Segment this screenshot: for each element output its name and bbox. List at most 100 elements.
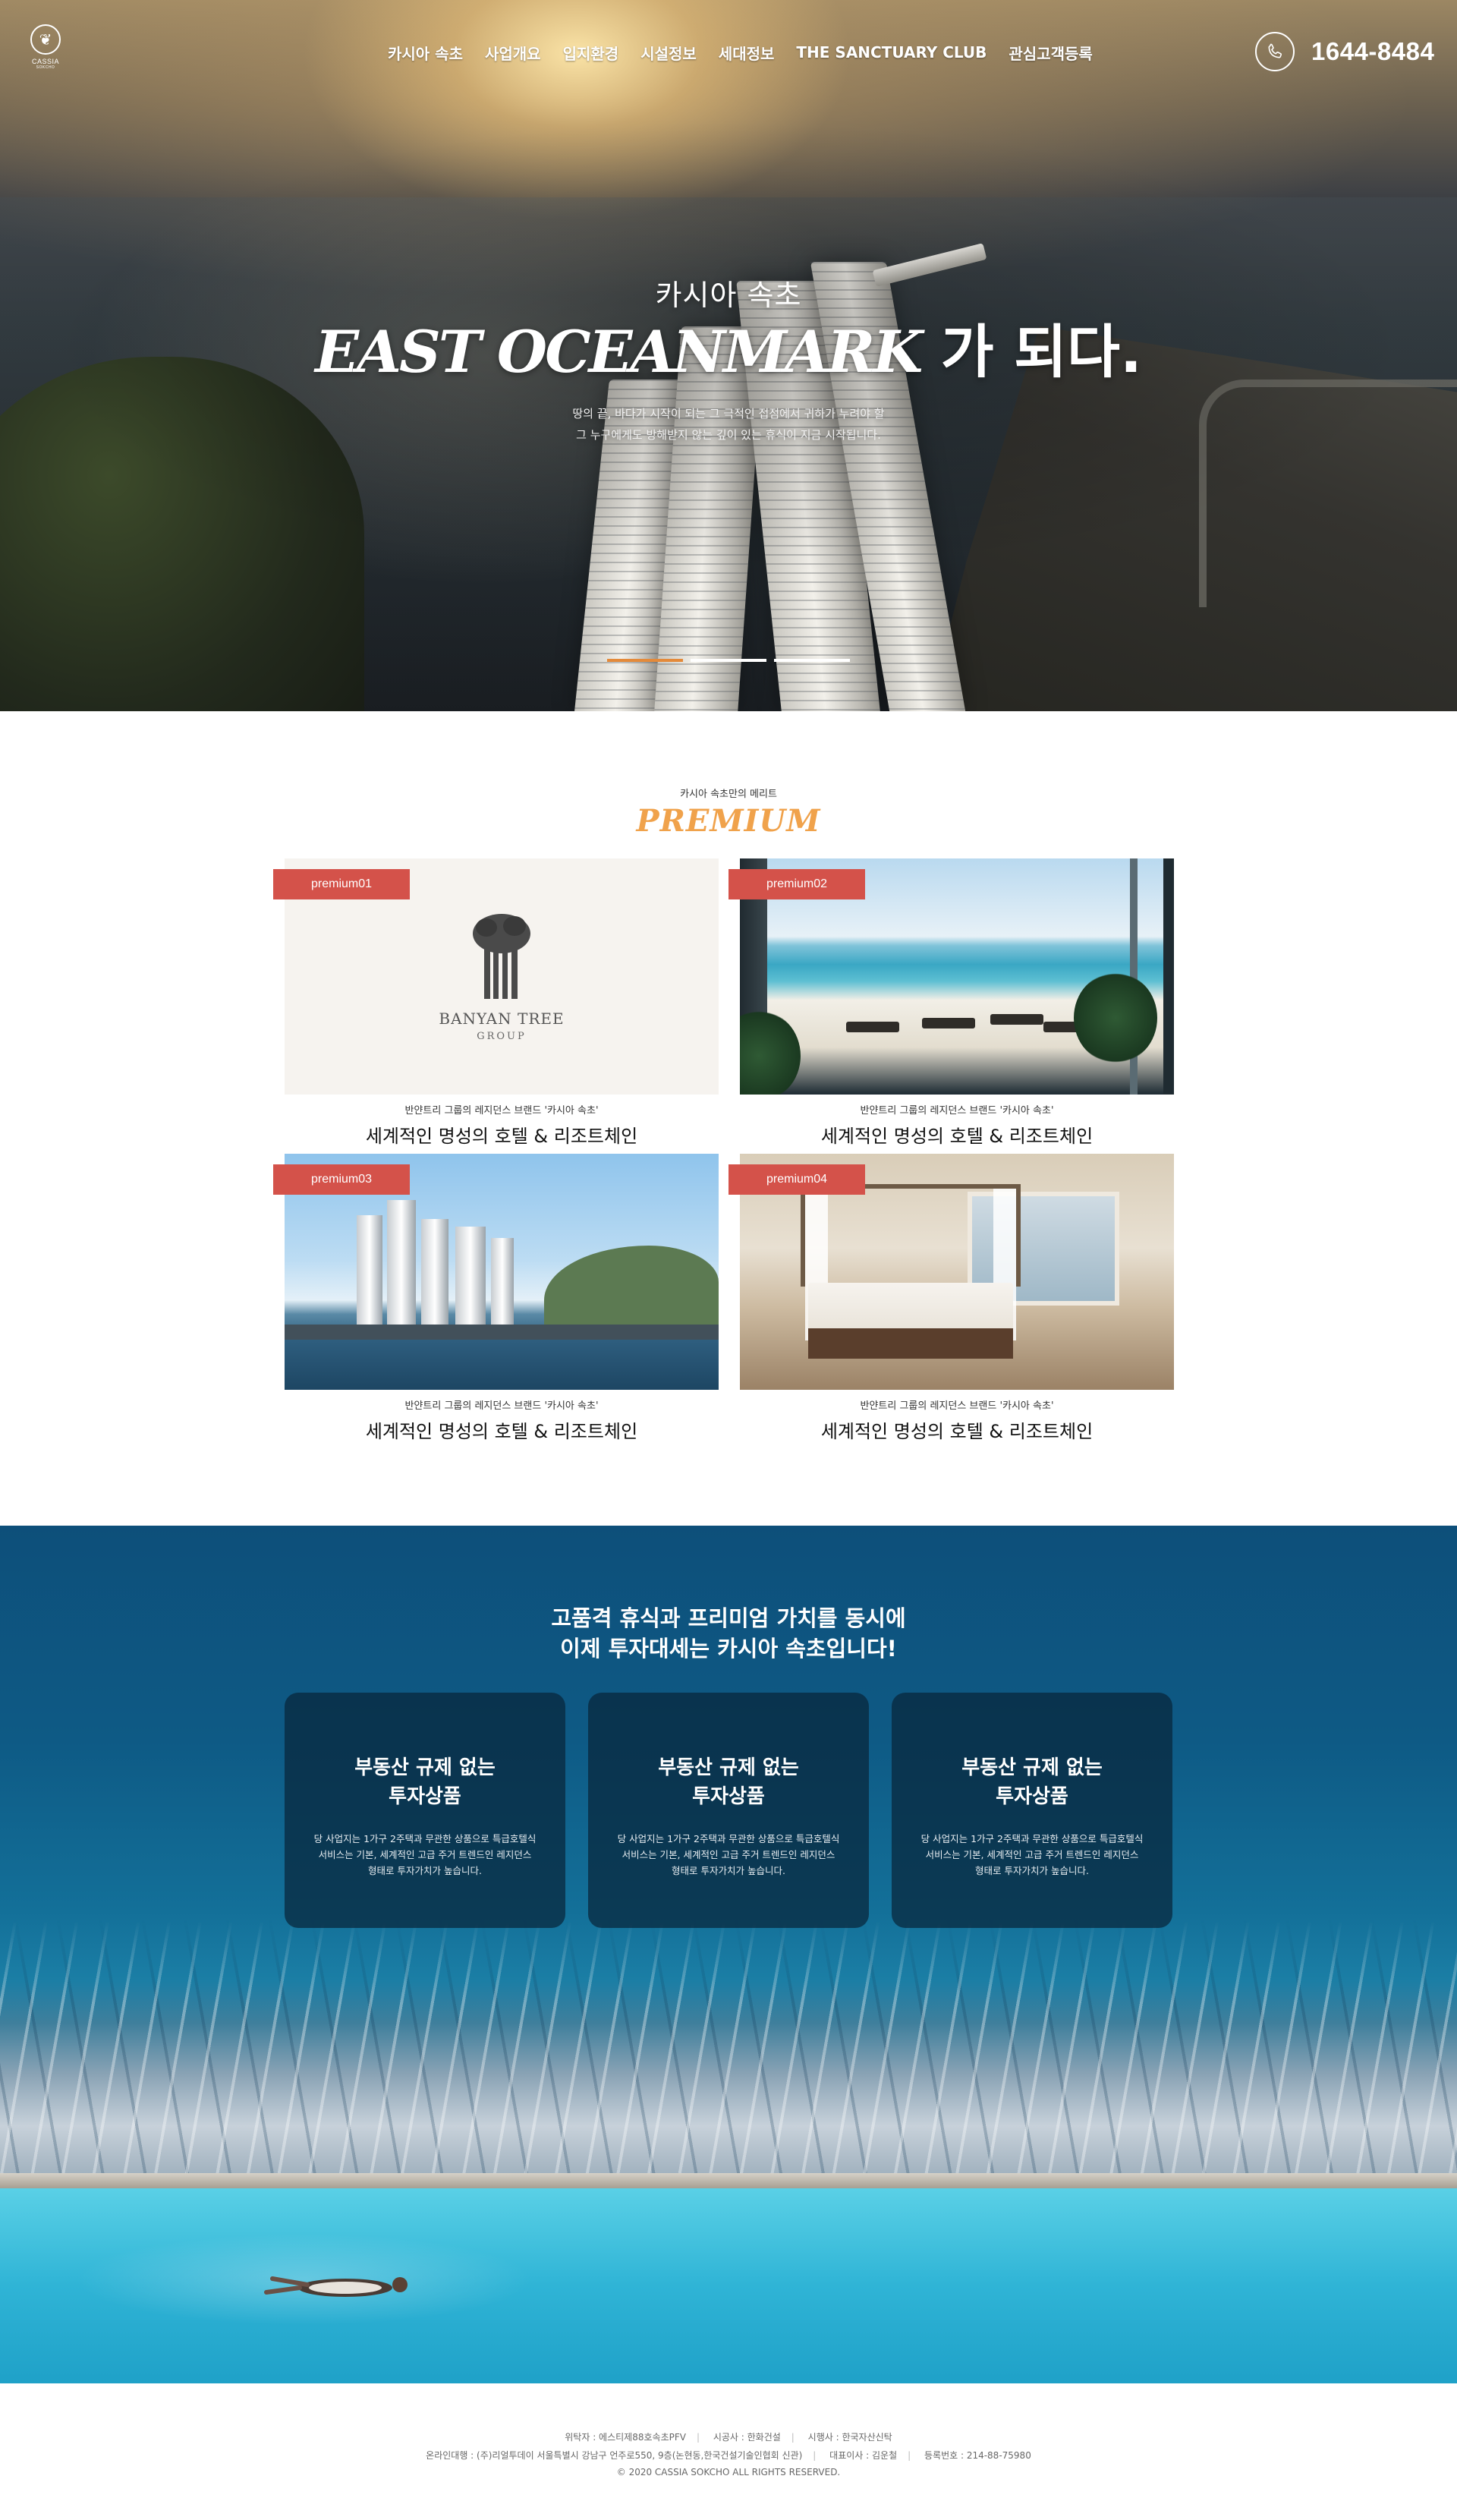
footer-separator: | <box>813 2450 817 2461</box>
card-caption: 반얀트리 그룹의 레지던스 브랜드 '카시아 속초' 세계적인 명성의 호텔 &… <box>285 1102 719 1148</box>
banyan-tree-icon <box>473 914 530 999</box>
invest-card-title-line: 부동산 규제 없는 <box>961 1756 1103 1779</box>
card-tag: premium04 <box>728 1164 865 1195</box>
invest-card-text-line: 당 사업지는 1가구 2주택과 무관한 상품으로 특급호텔식 <box>920 1833 1144 1844</box>
main-nav: 카시아 속초 사업개요 입지환경 시설정보 세대정보 THE SANCTUARY… <box>388 41 1093 64</box>
footer-copyright: © 2020 CASSIA SOKCHO ALL RIGHTS RESERVED… <box>616 2467 841 2477</box>
invest-card-text: 당 사업지는 1가구 2주택과 무관한 상품으로 특급호텔식 서비스는 기본, … <box>892 1831 1172 1879</box>
lounger <box>846 1022 899 1032</box>
mini-tower <box>455 1227 486 1329</box>
mini-tower <box>491 1238 514 1329</box>
palm-plant <box>740 1010 801 1095</box>
mini-tower <box>387 1200 416 1329</box>
phone-number[interactable]: 1644-8484 <box>1311 37 1434 66</box>
slider-dot-2[interactable] <box>691 659 766 662</box>
hero-description: 땅의 끝, 바다가 시작이 되는 그 극적인 접점에서 귀하가 누려야 할 그 … <box>0 403 1457 446</box>
slider-dot-3[interactable] <box>774 659 850 662</box>
invest-card-title: 부동산 규제 없는 투자상품 <box>588 1753 869 1811</box>
card-title: 세계적인 명성의 호텔 & 리조트체인 <box>820 1126 1094 1147</box>
card-subtitle: 반얀트리 그룹의 레지던스 브랜드 '카시아 속초' <box>860 1400 1054 1412</box>
bed-throw <box>808 1328 1013 1359</box>
premium-card[interactable]: premium03 반얀트리 그룹의 레지던스 브랜드 '카시아 속초' 세계적… <box>273 1154 719 1443</box>
premium-kicker: 카시아 속초만의 메리트 <box>680 789 777 800</box>
nav-item-register[interactable]: 관심고객등록 <box>1009 42 1092 64</box>
invest-card-title-line: 투자상품 <box>692 1785 765 1808</box>
slider-dot-1[interactable] <box>607 659 683 662</box>
nav-item-cassia[interactable]: 카시아 속초 <box>388 42 463 64</box>
invest-card-text-line: 형태로 투자가치가 높습니다. <box>368 1865 482 1876</box>
invest-card-title: 부동산 규제 없는 투자상품 <box>285 1753 565 1811</box>
invest-card-text-line: 형태로 투자가치가 높습니다. <box>975 1865 1089 1876</box>
palm-plant <box>1074 972 1157 1063</box>
hero-section: ❦ CASSIA SOKCHO 카시아 속초 사업개요 입지환경 시설정보 세대… <box>0 0 1457 711</box>
invest-card-title-line: 부동산 규제 없는 <box>354 1756 496 1779</box>
card-tag: premium02 <box>728 869 865 899</box>
card-caption: 반얀트리 그룹의 레지던스 브랜드 '카시아 속초' 세계적인 명성의 호텔 &… <box>740 1102 1174 1148</box>
card-subtitle: 반얀트리 그룹의 레지던스 브랜드 '카시아 속초' <box>860 1105 1054 1117</box>
footer-separator: | <box>791 2432 795 2443</box>
footer-reg-number: 등록번호 : 214-88-75980 <box>924 2450 1031 2461</box>
invest-card-title-line: 투자상품 <box>996 1785 1068 1808</box>
invest-heading-line: 이제 투자대세는 카시아 속초입니다! <box>560 1636 897 1662</box>
nav-item-units[interactable]: 세대정보 <box>719 42 775 64</box>
premium-heading: 카시아 속초만의 메리트 PREMIUM <box>0 786 1457 839</box>
mini-tower <box>357 1215 382 1329</box>
card-subtitle: 반얀트리 그룹의 레지던스 브랜드 '카시아 속초' <box>404 1105 599 1117</box>
invest-heading: 고품격 휴식과 프리미엄 가치를 동시에 이제 투자대세는 카시아 속초입니다! <box>0 1603 1457 1664</box>
invest-card-title: 부동산 규제 없는 투자상품 <box>892 1753 1172 1811</box>
logo-sub: SOKCHO <box>36 65 55 70</box>
bed-canopy <box>801 1184 1021 1287</box>
invest-card-text: 당 사업지는 1가구 2주택과 무관한 상품으로 특급호텔식 서비스는 기본, … <box>285 1831 565 1879</box>
card-title: 세계적인 명성의 호텔 & 리조트체인 <box>365 1126 638 1147</box>
footer-agency: 온라인대행 : (주)리얼투데이 서울특별시 강남구 언주로550, 9층(논현… <box>426 2450 803 2461</box>
footer-constructor: 시공사 : 한화건설 <box>713 2432 781 2443</box>
banyan-brand-sub: GROUP <box>477 1031 527 1042</box>
nav-item-sanctuary-club[interactable]: THE SANCTUARY CLUB <box>796 43 987 61</box>
card-tag: premium01 <box>273 869 410 899</box>
phone-contact[interactable]: 1644-8484 <box>1255 32 1434 71</box>
site-footer: 위탁자 : 에스티제88호속초PFV | 시공사 : 한화건설 | 시행사 : 한국… <box>0 2383 1457 2520</box>
invest-card-text-line: 당 사업지는 1가구 2주택과 무관한 상품으로 특급호텔식 <box>313 1833 537 1844</box>
premium-card[interactable]: premium04 반얀트리 그룹의 레지던스 브랜드 '카시아 속초' 세계적… <box>728 1154 1174 1443</box>
footer-separator: | <box>696 2432 700 2443</box>
premium-title: PREMIUM <box>636 803 821 839</box>
mini-tower <box>421 1219 448 1329</box>
footer-row-1: 위탁자 : 에스티제88호속초PFV | 시공사 : 한화건설 | 시행사 : 한국… <box>0 2430 1457 2443</box>
invest-card-text-line: 서비스는 기본, 세계적인 고급 주거 트렌드인 레지던스 <box>318 1849 532 1860</box>
invest-card: 부동산 규제 없는 투자상품 당 사업지는 1가구 2주택과 무관한 상품으로 … <box>892 1693 1172 1928</box>
pool-edge <box>0 2173 1457 2188</box>
premium-card[interactable]: BANYAN TREE GROUP premium01 반얀트리 그룹의 레지던… <box>273 858 719 1148</box>
footer-separator: | <box>908 2450 911 2461</box>
invest-card-text-line: 서비스는 기본, 세계적인 고급 주거 트렌드인 레지던스 <box>925 1849 1139 1860</box>
card-tag: premium03 <box>273 1164 410 1195</box>
hero-title: EAST OCEANMARK 가 되다. <box>0 318 1457 386</box>
cassia-logo-icon: ❦ <box>30 24 61 55</box>
card-subtitle: 반얀트리 그룹의 레지던스 브랜드 '카시아 속초' <box>404 1400 599 1412</box>
hero-kicker: 카시아 속초 <box>655 279 802 312</box>
nav-item-location[interactable]: 입지환경 <box>563 42 619 64</box>
card-caption: 반얀트리 그룹의 레지던스 브랜드 '카시아 속초' 세계적인 명성의 호텔 &… <box>285 1397 719 1443</box>
invest-card: 부동산 규제 없는 투자상품 당 사업지는 1가구 2주택과 무관한 상품으로 … <box>588 1693 869 1928</box>
invest-heading-line: 고품격 휴식과 프리미엄 가치를 동시에 <box>551 1605 906 1631</box>
card-caption: 반얀트리 그룹의 레지던스 브랜드 '카시아 속초' 세계적인 명성의 호텔 &… <box>740 1397 1174 1443</box>
banyan-brand-word: BANYAN TREE <box>439 1010 565 1028</box>
hero-title-brand: EAST OCEANMARK <box>315 318 923 386</box>
hero-desc-line: 땅의 끝, 바다가 시작이 되는 그 극적인 접점에서 귀하가 누려야 할 <box>572 407 885 421</box>
invest-card-text-line: 당 사업지는 1가구 2주택과 무관한 상품으로 특급호텔식 <box>617 1833 840 1844</box>
footer-ceo: 대표이사 : 김운철 <box>829 2450 898 2461</box>
nav-item-facilities[interactable]: 시설정보 <box>640 42 697 64</box>
nav-item-overview[interactable]: 사업개요 <box>485 42 541 64</box>
invest-card-text-line: 서비스는 기본, 세계적인 고급 주거 트렌드인 레지던스 <box>622 1849 835 1860</box>
phone-icon <box>1255 32 1295 71</box>
hero-copy: 카시아 속초 EAST OCEANMARK 가 되다. 땅의 끝, 바다가 시작… <box>0 272 1457 446</box>
hero-title-suffix: 가 되다. <box>920 318 1142 386</box>
invest-card: 부동산 규제 없는 투자상품 당 사업지는 1가구 2주택과 무관한 상품으로 … <box>285 1693 565 1928</box>
lounger <box>922 1018 975 1028</box>
window-frame <box>1163 858 1174 1095</box>
premium-card[interactable]: premium02 반얀트리 그룹의 레지던스 브랜드 '카시아 속초' 세계적… <box>728 858 1174 1148</box>
card-title: 세계적인 명성의 호텔 & 리조트체인 <box>820 1421 1094 1442</box>
invest-card-title-line: 투자상품 <box>389 1785 461 1808</box>
site-logo[interactable]: ❦ CASSIA SOKCHO <box>29 24 62 70</box>
invest-card-text-line: 형태로 투자가치가 높습니다. <box>672 1865 785 1876</box>
lounger <box>990 1014 1043 1025</box>
